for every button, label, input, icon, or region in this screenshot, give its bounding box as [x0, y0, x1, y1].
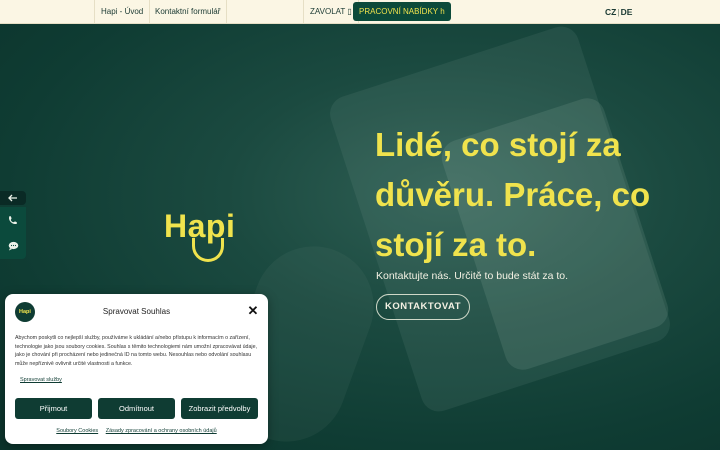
top-navigation: Hapi - Úvod Kontaktní formulář ZAVOLAT ▯… — [0, 0, 720, 24]
nav-home-link[interactable]: Hapi - Úvod — [94, 0, 151, 24]
logo-smile-icon — [192, 238, 224, 262]
accept-button[interactable]: Přijmout — [15, 398, 92, 419]
lang-separator: | — [617, 7, 620, 17]
nav-call-link[interactable]: ZAVOLAT ▯ — [303, 0, 359, 24]
contact-cta-button[interactable]: KONTAKTOVAT — [376, 294, 470, 320]
view-preferences-button[interactable]: Zobrazit předvolby — [181, 398, 258, 419]
cookie-dialog-body: Abychom poskytli co nejlepší služby, pou… — [15, 335, 258, 367]
cookie-dialog-footer: Soubory Cookies Zásady zpracování a ochr… — [5, 428, 268, 434]
hero-subheadline: Kontaktujte nás. Určitě to bude stát za … — [376, 270, 569, 282]
phone-icon[interactable] — [0, 207, 26, 233]
lang-de-link[interactable]: DE — [621, 7, 633, 17]
cookies-policy-link[interactable]: Soubory Cookies — [56, 428, 98, 434]
close-icon[interactable]: ✕ — [246, 304, 260, 318]
cookie-dialog-title: Spravovat Souhlas — [102, 307, 171, 316]
lang-cz-link[interactable]: CZ — [605, 7, 616, 17]
language-switcher: CZ|DE — [605, 0, 632, 24]
privacy-policy-link[interactable]: Zásady zpracování a ochrany osobních úda… — [106, 428, 217, 434]
cookie-consent-dialog: Hapi Spravovat Souhlas ✕ Abychom poskytl… — [5, 294, 268, 444]
arrow-left-icon[interactable] — [0, 191, 26, 205]
hapi-logo: Hapi — [164, 208, 259, 278]
chat-icon[interactable] — [0, 233, 26, 259]
deny-button[interactable]: Odmítnout — [98, 398, 175, 419]
nav-contact-form-link[interactable]: Kontaktní formulář — [149, 0, 228, 24]
hero-headline: Lidé, co stojí za důvěru. Práce, co stoj… — [375, 126, 651, 263]
nav-jobs-button[interactable]: PRACOVNÍ NABÍDKY h — [353, 2, 451, 21]
manage-services-link[interactable]: Spravovat služby — [20, 377, 62, 383]
